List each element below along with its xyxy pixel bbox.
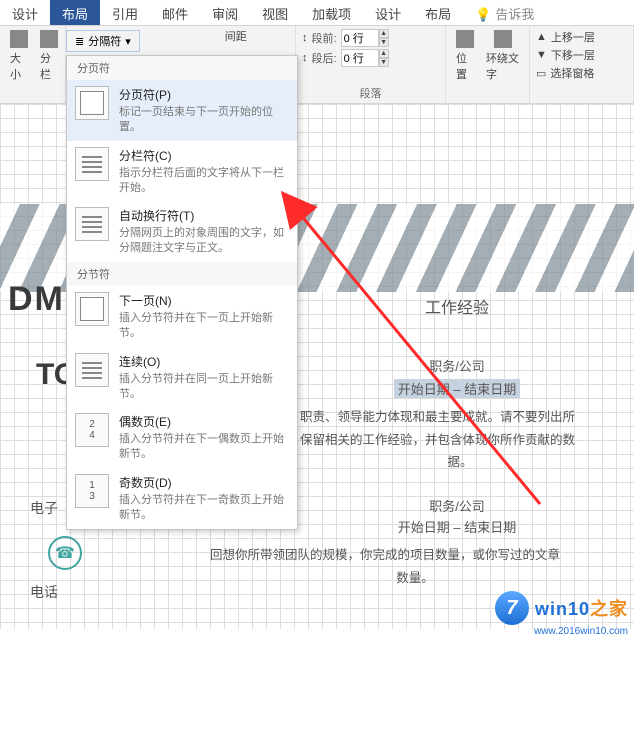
tab-design-2[interactable]: 设计 — [363, 0, 413, 25]
dd-item-even-page[interactable]: 24 偶数页(E) 插入分节符并在下一偶数页上开始新节。 — [67, 407, 297, 468]
dd-item-page-break[interactable]: 分页符(P) 标记一页结束与下一页开始的位置。 — [67, 80, 297, 141]
doc-paragraph: 据。 — [300, 451, 620, 474]
dd-title: 奇数页(D) — [119, 474, 289, 491]
phone-circle-icon: ☎ — [48, 536, 82, 570]
columns-icon — [40, 30, 58, 48]
dd-item-continuous[interactable]: 连续(O) 插入分节符并在同一页上开始新节。 — [67, 347, 297, 408]
position-icon — [456, 30, 474, 48]
tab-design[interactable]: 设计 — [0, 0, 50, 25]
dd-section-sectionbreaks: 分节符 — [67, 262, 297, 286]
text-wrap-icon — [75, 207, 109, 241]
dd-section-pagebreaks: 分页符 — [67, 56, 297, 80]
breaks-dropdown-trigger[interactable]: ≣ 分隔符 ▾ — [66, 30, 140, 52]
dd-title: 自动换行符(T) — [119, 207, 289, 224]
spin-down[interactable]: ▼ — [379, 38, 389, 47]
send-backward-icon: ▼ — [536, 49, 547, 61]
columns-button[interactable]: 分栏 — [36, 28, 62, 84]
spin-up[interactable]: ▲ — [379, 29, 389, 38]
ribbon-tabs: 设计 布局 引用 邮件 审阅 视图 加载项 设计 布局 💡 告诉我 — [0, 0, 634, 26]
dd-title: 连续(O) — [119, 353, 289, 370]
dd-item-column-break[interactable]: 分栏符(C) 指示分栏符后面的文字将从下一栏开始。 — [67, 141, 297, 202]
dd-desc: 插入分节符并在同一页上开始新节。 — [119, 372, 289, 402]
left-label-phone: 电话 — [30, 582, 58, 602]
even-page-icon: 24 — [75, 413, 109, 447]
arrow-up-down-icon: ↕ — [302, 52, 308, 64]
next-page-icon — [75, 292, 109, 326]
dd-desc: 标记一页结束与下一页开始的位置。 — [119, 105, 289, 135]
position-label: 位置 — [456, 50, 474, 82]
bulb-icon: 💡 — [475, 7, 491, 22]
spin-down[interactable]: ▼ — [379, 58, 389, 67]
role-label-2: 职务/公司 — [300, 496, 614, 515]
dd-title: 下一页(N) — [119, 292, 289, 309]
tab-reference[interactable]: 引用 — [100, 0, 150, 25]
watermark-brand-b: 之家 — [590, 599, 628, 619]
bring-forward-button[interactable]: 上移一层 — [551, 29, 595, 45]
spacing-after-input[interactable]: ▲▼ — [341, 49, 389, 67]
watermark: 7 win10之家 www.2016win10.com — [495, 591, 628, 625]
bring-forward-icon: ▲ — [536, 31, 547, 43]
dd-item-text-wrap[interactable]: 自动换行符(T) 分隔网页上的对象周围的文字，如分隔题注文字与正文。 — [67, 201, 297, 262]
wrap-icon — [494, 30, 512, 48]
column-break-icon — [75, 147, 109, 181]
section-heading-experience: 工作经验 — [300, 294, 614, 318]
wrap-label: 环绕文字 — [486, 50, 519, 82]
chevron-down-icon: ▾ — [125, 35, 131, 48]
doc-paragraph: 回想你所带领团队的规模，你完成的项目数量，或你写过的文章 — [210, 544, 620, 567]
send-backward-button[interactable]: 下移一层 — [551, 47, 595, 63]
page-break-icon — [75, 86, 109, 120]
spacing-label: 间距 — [225, 28, 247, 44]
tab-layout-2[interactable]: 布局 — [413, 0, 463, 25]
dd-item-odd-page[interactable]: 13 奇数页(D) 插入分节符并在下一奇数页上开始新节。 — [67, 468, 297, 529]
tab-review[interactable]: 审阅 — [200, 0, 250, 25]
paragraph-group-label: 段落 — [296, 85, 445, 101]
date-range-highlight: 开始日期 – 结束日期 — [394, 379, 520, 398]
dd-title: 分栏符(C) — [119, 147, 289, 164]
before-label: 段前: — [312, 30, 337, 46]
selection-pane-icon: ▭ — [536, 67, 546, 80]
tab-layout[interactable]: 布局 — [50, 0, 100, 25]
breaks-icon: ≣ — [75, 35, 84, 48]
dd-desc: 插入分节符并在下一奇数页上开始新节。 — [119, 493, 289, 523]
dd-title: 偶数页(E) — [119, 413, 289, 430]
tab-tellme[interactable]: 💡 告诉我 — [463, 0, 546, 25]
tab-addins[interactable]: 加载项 — [300, 0, 363, 25]
tab-view[interactable]: 视图 — [250, 0, 300, 25]
dd-item-next-page[interactable]: 下一页(N) 插入分节符并在下一页上开始新节。 — [67, 286, 297, 347]
watermark-url: www.2016win10.com — [534, 626, 628, 637]
watermark-text: win10之家 — [535, 595, 628, 621]
dd-desc: 指示分栏符后面的文字将从下一栏开始。 — [119, 166, 289, 196]
dd-desc: 分隔网页上的对象周围的文字，如分隔题注文字与正文。 — [119, 226, 289, 256]
position-button[interactable]: 位置 — [452, 28, 478, 84]
tellme-label: 告诉我 — [495, 7, 534, 22]
dd-title: 分页符(P) — [119, 86, 289, 103]
breaks-label: 分隔符 — [88, 33, 121, 49]
role-label: 职务/公司 — [300, 356, 614, 375]
doc-paragraph: 保留相关的工作经验，并包含体现你所作贡献的数 — [300, 429, 620, 452]
spin-up[interactable]: ▲ — [379, 49, 389, 58]
odd-page-icon: 13 — [75, 474, 109, 508]
dd-desc: 插入分节符并在下一页上开始新节。 — [119, 311, 289, 341]
size-label: 大小 — [10, 50, 28, 82]
doc-paragraph: 职责、领导能力体现和最主要成就。请不要列出所 — [300, 406, 620, 429]
arrow-up-down-icon: ↕ — [302, 32, 308, 44]
tab-mail[interactable]: 邮件 — [150, 0, 200, 25]
wrap-button[interactable]: 环绕文字 — [482, 28, 523, 84]
watermark-logo: 7 — [495, 591, 529, 625]
selection-pane-button[interactable]: 选择窗格 — [550, 65, 594, 81]
date-range-2: 开始日期 – 结束日期 — [300, 517, 614, 536]
size-icon — [10, 30, 28, 48]
columns-label: 分栏 — [40, 50, 58, 82]
continuous-icon — [75, 353, 109, 387]
breaks-dropdown: 分页符 分页符(P) 标记一页结束与下一页开始的位置。 分栏符(C) 指示分栏符… — [66, 55, 298, 530]
size-button[interactable]: 大小 — [6, 28, 32, 84]
spacing-before-input[interactable]: ▲▼ — [341, 29, 389, 47]
watermark-brand-a: win10 — [535, 599, 590, 619]
left-label-email: 电子 — [30, 498, 58, 518]
after-label: 段后: — [312, 50, 337, 66]
dd-desc: 插入分节符并在下一偶数页上开始新节。 — [119, 432, 289, 462]
doc-paragraph: 数量。 — [210, 567, 620, 590]
